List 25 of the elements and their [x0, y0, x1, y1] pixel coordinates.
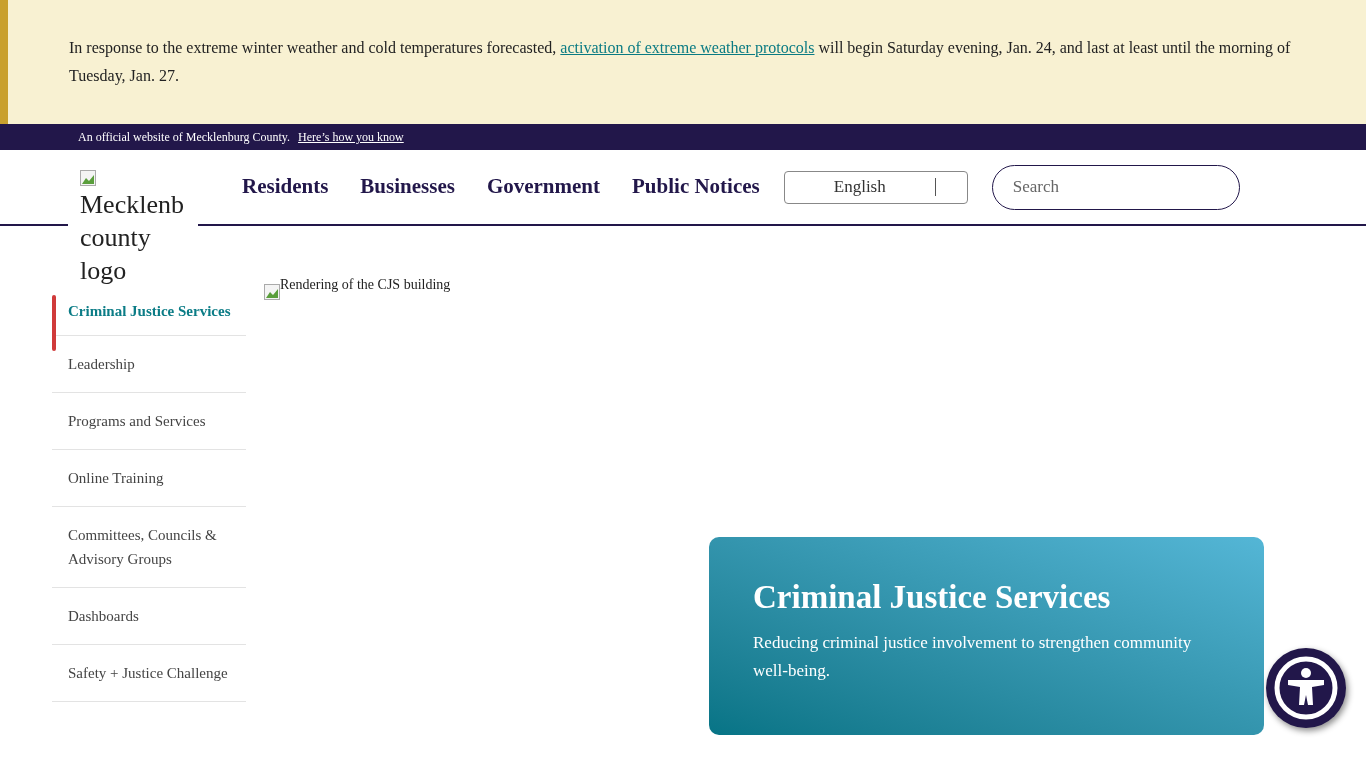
accessibility-button[interactable]: [1266, 648, 1346, 728]
how-you-know-link[interactable]: Here’s how you know: [298, 128, 404, 146]
sidebar-link[interactable]: Programs and Services: [68, 409, 238, 433]
nav-link[interactable]: Residents: [242, 171, 329, 203]
sidebar-link[interactable]: Online Training: [68, 466, 238, 490]
hero-subtitle: Reducing criminal justice involvement to strengthen community well-being.: [753, 632, 1193, 682]
nav-link[interactable]: Businesses: [360, 171, 455, 203]
official-text: An official website of Mecklenburg County.: [78, 129, 291, 146]
nav-link[interactable]: Government: [486, 171, 601, 203]
active-indicator: [52, 295, 56, 351]
sidebar-link[interactable]: Dashboards: [68, 604, 238, 628]
sidebar-link[interactable]: Leadership: [68, 352, 238, 376]
accessibility-icon: [1273, 655, 1339, 721]
broken-image-icon: [264, 284, 280, 300]
weather-protocols-link[interactable]: activation of extreme weather protocols: [560, 39, 815, 56]
search-field[interactable]: Search: [991, 164, 1240, 210]
nav-link[interactable]: Public Notices: [632, 171, 760, 203]
sidebar-link[interactable]: Criminal Justice Services: [68, 295, 238, 323]
image-alt-text: Rendering of the CJS building: [280, 278, 451, 292]
sidebar-link[interactable]: Committees, Councils & Advisory Groups: [68, 523, 238, 571]
alert-message: In response to the extreme winter weather and cold temperatures forecasted, activation of extreme weather protocols will begin Saturday evening, Jan. 24, and last at least until the morning of Tuesday, Jan. 27.: [69, 38, 1292, 87]
logo-alt-text: Mecklenb county logo: [80, 189, 185, 287]
sidebar-link[interactable]: Safety + Justice Challenge: [68, 661, 238, 685]
hero-title: Criminal Justice Services: [753, 578, 1112, 617]
language-select[interactable]: English: [783, 170, 968, 204]
